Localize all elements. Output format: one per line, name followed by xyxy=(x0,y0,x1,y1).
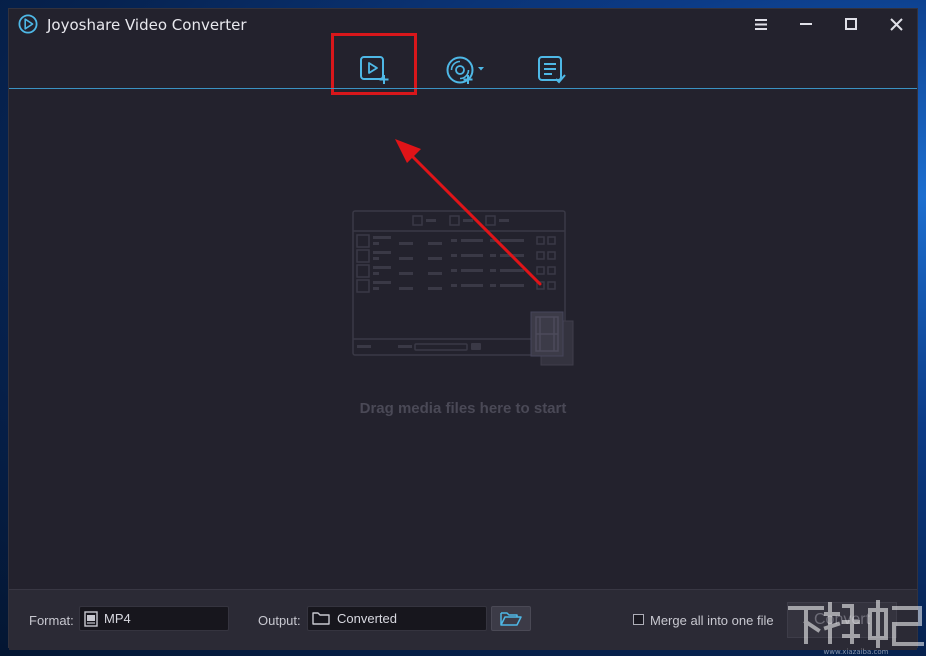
output-path-field[interactable]: Converted xyxy=(307,606,487,631)
format-file-icon xyxy=(84,611,98,627)
format-value: MP4 xyxy=(104,611,131,626)
output-value: Converted xyxy=(337,611,397,626)
format-label: Format: xyxy=(29,613,74,628)
merge-checkbox[interactable] xyxy=(633,614,644,625)
svg-text:www.xiazaiba.com: www.xiazaiba.com xyxy=(824,648,889,656)
merge-label: Merge all into one file xyxy=(650,613,774,628)
app-window: Joyoshare Video Converter Drag media fil… xyxy=(8,8,918,650)
browse-output-button[interactable] xyxy=(491,606,531,631)
folder-icon xyxy=(312,612,330,625)
output-label: Output: xyxy=(258,613,301,628)
watermark-logo: www.xiazaiba.com xyxy=(788,600,924,656)
open-folder-icon xyxy=(500,612,522,626)
red-arrow-annotation xyxy=(395,139,542,286)
format-selector[interactable]: MP4 xyxy=(79,606,229,631)
bottom-bar: Format: MP4 Output: Converted Merge all … xyxy=(9,589,917,650)
